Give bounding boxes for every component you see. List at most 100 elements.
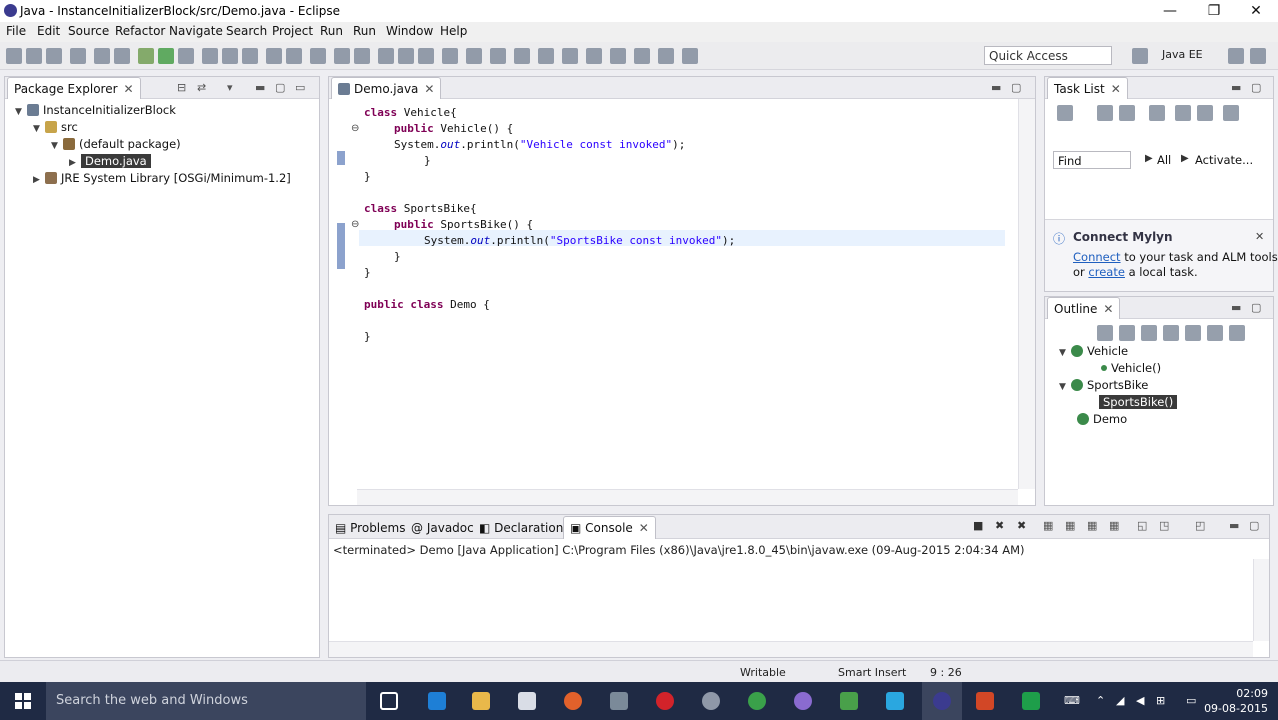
run-icon[interactable] [158, 48, 174, 64]
editor-horizontal-scrollbar[interactable] [357, 489, 1018, 505]
annotation-next-icon[interactable] [398, 48, 414, 64]
code-line[interactable]: } [424, 153, 431, 169]
outline-menu-icon[interactable] [1229, 325, 1245, 341]
minimize-view-icon[interactable]: ▬ [1231, 301, 1241, 314]
app-icon-settings[interactable] [702, 692, 720, 710]
link-outline-icon[interactable] [1207, 325, 1223, 341]
outline-item-vehicle-ctor[interactable]: Vehicle() [1101, 361, 1161, 375]
expand-arrow-icon[interactable]: ▼ [1059, 348, 1071, 358]
menu-refactor[interactable]: Refactor [115, 24, 165, 38]
code-line[interactable]: public SportsBike() { [394, 217, 533, 233]
code-line[interactable]: class Vehicle{ [364, 105, 457, 121]
powerpoint-icon[interactable] [976, 692, 994, 710]
code-line[interactable]: class SportsBike{ [364, 201, 477, 217]
collapse-all-icon[interactable] [1175, 105, 1191, 121]
menu-project[interactable]: Project [272, 24, 313, 38]
menu-file[interactable]: File [6, 24, 26, 38]
task-activate[interactable]: Activate... [1195, 153, 1253, 167]
expand-arrow-icon[interactable]: ▼ [51, 141, 63, 151]
opera-icon[interactable] [656, 692, 674, 710]
remove-launch-icon[interactable]: ✖ [995, 519, 1004, 532]
chevron-up-icon[interactable]: ⌃ [1096, 694, 1105, 707]
new-console-icon[interactable]: ◰ [1195, 519, 1205, 532]
close-tab-icon[interactable]: ✕ [1103, 302, 1113, 316]
taskbar-clock[interactable]: 02:09 09-08-2015 [1204, 686, 1268, 716]
last-edit-icon[interactable] [442, 48, 458, 64]
open-task-icon[interactable] [286, 48, 302, 64]
display-console-icon[interactable]: ◱ [1137, 519, 1147, 532]
toggle-block-icon[interactable] [354, 48, 370, 64]
menu-navigate[interactable]: Navigate [169, 24, 223, 38]
close-mylyn-icon[interactable]: ✕ [1255, 230, 1264, 243]
focus-icon[interactable] [1197, 105, 1213, 121]
outline-item-sportsbike[interactable]: ▼ SportsBike [1059, 378, 1148, 392]
code-line[interactable]: public class Demo { [364, 297, 490, 313]
language-icon[interactable]: ⊞ [1156, 694, 1165, 707]
volume-icon[interactable]: ◀ [1136, 694, 1144, 707]
annotation-prev-icon[interactable] [418, 48, 434, 64]
start-button[interactable] [0, 682, 46, 720]
taskbar-search[interactable]: Search the web and Windows [46, 682, 366, 720]
tab-outline[interactable]: Outline ✕ [1047, 297, 1121, 319]
minimize-editor-icon[interactable]: ▬ [991, 81, 1001, 94]
back-icon[interactable] [466, 48, 482, 64]
minimize-view-icon[interactable]: ▬ [1229, 519, 1239, 532]
open-type-icon[interactable] [266, 48, 282, 64]
maximize-view-icon[interactable]: ▢ [275, 81, 285, 94]
navigate-back-icon[interactable] [634, 48, 650, 64]
chrome-icon[interactable] [748, 692, 766, 710]
minimize-view-icon[interactable]: ▬ [255, 81, 265, 94]
new-icon[interactable] [6, 48, 22, 64]
mylyn-connect-link[interactable]: Connect [1073, 250, 1121, 264]
new-java-project-icon[interactable] [202, 48, 218, 64]
code-line[interactable]: } [364, 265, 371, 281]
maximize-editor-icon[interactable]: ▢ [1011, 81, 1021, 94]
restore-view-icon[interactable]: ▭ [295, 81, 305, 94]
hide-static-icon[interactable] [1141, 325, 1157, 341]
print-icon[interactable] [70, 48, 86, 64]
menu-run-2[interactable]: Run [353, 24, 376, 38]
outline-item-sportsbike-ctor[interactable]: SportsBike() [1099, 395, 1178, 409]
remove-all-icon[interactable]: ✖ [1017, 519, 1026, 532]
view-menu-icon[interactable]: ▾ [227, 81, 233, 94]
forward-icon[interactable] [490, 48, 506, 64]
expand-arrow-icon[interactable]: ▼ [1059, 382, 1071, 392]
task-filter-all[interactable]: All [1157, 153, 1171, 167]
tab-console[interactable]: ▣ Console ✕ [563, 516, 656, 539]
firefox-icon[interactable] [564, 692, 582, 710]
new-task-icon[interactable] [1057, 105, 1073, 121]
code-line[interactable]: System.out.println("Vehicle const invoke… [394, 137, 685, 153]
tab-demo-java[interactable]: Demo.java ✕ [331, 77, 442, 99]
tor-icon[interactable] [794, 692, 812, 710]
keyboard-icon[interactable]: ⌨ [1064, 694, 1080, 707]
expand-arrow-icon[interactable]: ▼ [15, 107, 27, 117]
tree-project[interactable]: ▼ InstanceInitializerBlock [15, 103, 176, 117]
minimize-view-icon[interactable]: ▬ [1231, 81, 1241, 94]
maximize-button[interactable]: ❐ [1192, 0, 1236, 22]
debug-icon[interactable] [138, 48, 154, 64]
tree-demo-java[interactable]: ▶ Demo.java [69, 154, 151, 168]
terminate-icon[interactable]: ■ [973, 519, 983, 532]
menu-help[interactable]: Help [440, 24, 467, 38]
open-perspective-icon[interactable] [538, 48, 554, 64]
navigate-forward-icon[interactable] [658, 48, 674, 64]
java-perspective-icon[interactable] [1228, 48, 1244, 64]
notification-icon[interactable]: ▭ [1186, 694, 1196, 707]
tree-default-package[interactable]: ▼ (default package) [51, 137, 181, 151]
console-vertical-scrollbar[interactable] [1253, 559, 1269, 641]
open-console-icon[interactable]: ◳ [1159, 519, 1169, 532]
edge-icon[interactable] [428, 692, 446, 710]
tab-task-list[interactable]: Task List ✕ [1047, 77, 1128, 99]
outline-item-demo[interactable]: Demo [1077, 412, 1127, 426]
file-explorer-icon[interactable] [472, 692, 490, 710]
history-forward-icon[interactable] [586, 48, 602, 64]
close-tab-icon[interactable]: ✕ [639, 521, 649, 535]
link-editor-icon[interactable]: ⇄ [197, 81, 206, 94]
mylyn-create-link[interactable]: create [1088, 265, 1125, 279]
eclipse-taskbar-active[interactable] [922, 682, 962, 720]
tab-javadoc[interactable]: @ Javadoc [411, 521, 474, 535]
skype-icon[interactable] [886, 692, 904, 710]
libreoffice-icon[interactable] [610, 692, 628, 710]
maximize-view-icon[interactable]: ▢ [1249, 519, 1259, 532]
menu-run[interactable]: Run [320, 24, 343, 38]
